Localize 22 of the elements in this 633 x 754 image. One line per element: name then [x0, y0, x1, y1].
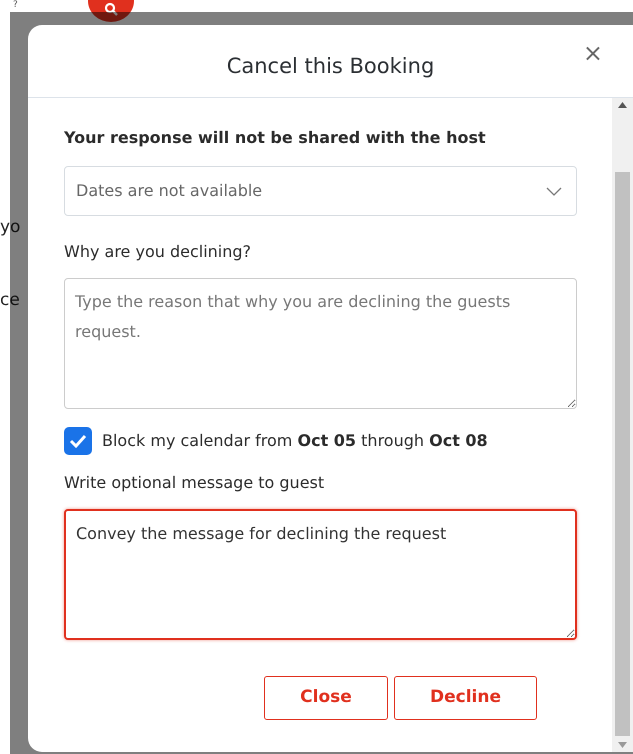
block-calendar-checkbox[interactable]: [64, 427, 92, 455]
reason-textarea[interactable]: Type the reason that why you are declining the guests request.: [64, 278, 577, 409]
reason-select[interactable]: Dates are not available: [64, 166, 577, 216]
search-icon: [104, 2, 118, 16]
chevron-down-icon: [546, 186, 562, 196]
close-button[interactable]: Close: [264, 676, 388, 720]
scroll-thumb[interactable]: [615, 172, 630, 736]
background-text: yo: [0, 216, 20, 239]
decline-button[interactable]: Decline: [394, 676, 537, 720]
background-text: ?: [13, 0, 18, 11]
scrollbar[interactable]: [612, 98, 633, 752]
background-text: ce: [0, 289, 20, 312]
checkmark-icon: [69, 434, 87, 448]
field-label: Write optional message to guest: [64, 472, 326, 494]
close-button[interactable]: ×: [578, 41, 607, 65]
checkbox-label: Block my calendar from Oct 05 through Oct 08: [102, 430, 488, 452]
scroll-up-icon[interactable]: [618, 102, 627, 108]
message-textarea[interactable]: Convey the message for declining the request: [64, 509, 577, 640]
info-text: Your response will not be shared with the host: [64, 127, 487, 149]
modal-title: Cancel this Booking: [226, 53, 434, 80]
scroll-down-icon[interactable]: [618, 742, 627, 748]
field-label: Why are you declining?: [64, 241, 252, 263]
